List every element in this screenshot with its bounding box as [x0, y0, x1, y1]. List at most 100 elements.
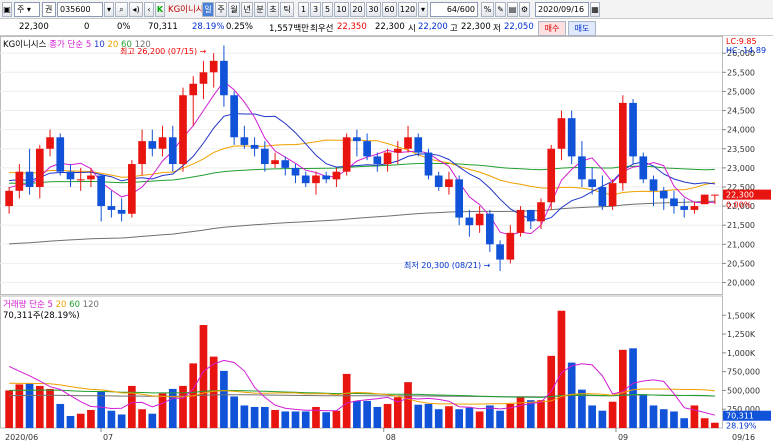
- candle-body: [342, 137, 351, 172]
- calendar-icon[interactable]: ▦: [590, 2, 600, 17]
- candle-body: [230, 95, 238, 138]
- interval-1[interactable]: 1: [298, 2, 309, 17]
- price-y-label: 21,000: [727, 240, 755, 249]
- period-year[interactable]: 년: [241, 2, 253, 17]
- chart-area[interactable]: 26,000 25,500 25,000 24,500 24,000 23,500 23,0…: [0, 36, 773, 443]
- candle-body: [690, 206, 699, 210]
- percent-icon[interactable]: %: [481, 2, 494, 17]
- save-icon[interactable]: ▤: [507, 2, 518, 17]
- buy-button[interactable]: 매수: [538, 21, 566, 36]
- volume-bar: [46, 388, 54, 428]
- volume-bar: [700, 418, 709, 428]
- market-select[interactable]: 주 ▾: [14, 2, 40, 17]
- price-y-label: 20,500: [727, 259, 755, 268]
- low-marker-label: 최저 20,300 (08/21) →: [404, 260, 491, 270]
- candle-body: [281, 160, 290, 168]
- candle-body: [291, 167, 300, 176]
- chart-canvas[interactable]: 26,00025,50025,00024,50024,00023,50023,0…: [0, 36, 773, 443]
- candle-body: [557, 118, 566, 149]
- volume-bar: [424, 403, 433, 428]
- candle-body: [547, 148, 556, 203]
- volume-bars: [5, 310, 719, 428]
- candle-body: [373, 156, 382, 165]
- period-second[interactable]: 초: [267, 2, 279, 17]
- volume-bar: [220, 370, 228, 428]
- settings-icon[interactable]: ⚙: [519, 2, 530, 17]
- candle-body: [158, 137, 167, 149]
- candle-body: [578, 156, 586, 180]
- volume-bar: [209, 356, 218, 428]
- volume-bar: [588, 405, 596, 428]
- x-axis-label: 09: [618, 433, 628, 442]
- tools-icon[interactable]: ✎: [495, 2, 506, 17]
- period-month[interactable]: 월: [228, 2, 240, 17]
- candle-body: [199, 72, 208, 84]
- candle-body: [526, 209, 535, 222]
- lc-label: LC:9.85: [726, 37, 757, 46]
- ma60-label: 60: [121, 40, 132, 50]
- high-value: 22,300: [461, 22, 491, 32]
- volume-bar: [291, 411, 300, 428]
- volume-y-label: 1,500K: [727, 311, 756, 320]
- interval-30[interactable]: 30: [366, 2, 381, 17]
- volume-y-label: 1,250K: [727, 330, 756, 339]
- candle-body: [322, 175, 331, 180]
- volume-bar: [486, 405, 494, 428]
- ma60-line: [9, 162, 715, 184]
- candle-body: [250, 144, 259, 149]
- candle-body: [168, 137, 177, 165]
- candle-body: [700, 194, 709, 205]
- date-input[interactable]: 2020/09/16: [535, 2, 589, 17]
- best-bid-value: 22,350: [337, 22, 367, 32]
- volume-bar: [639, 394, 648, 428]
- volume-bar: [332, 410, 341, 428]
- price-y-label: 23,500: [727, 145, 755, 154]
- volume-bar: [608, 401, 617, 428]
- candle-body: [76, 179, 85, 181]
- interval-dropdown-icon[interactable]: ▾: [418, 2, 428, 17]
- volume-y-label: 750,000: [727, 368, 760, 377]
- interval-120[interactable]: 120: [398, 2, 417, 17]
- period-minute[interactable]: 분: [254, 2, 266, 17]
- volume-bar: [158, 393, 167, 428]
- volume-bar: [414, 404, 423, 428]
- volume-bar: [281, 411, 290, 428]
- candle-body: [608, 183, 617, 207]
- interval-5[interactable]: 5: [322, 2, 333, 17]
- interval-60[interactable]: 60: [382, 2, 397, 17]
- type-select[interactable]: 권: [42, 2, 56, 17]
- volume-bar: [383, 403, 392, 428]
- candle-body: [486, 213, 494, 245]
- volume-bar: [404, 382, 412, 428]
- window-icon[interactable]: ▣: [2, 2, 12, 17]
- period-day[interactable]: 일: [202, 2, 214, 17]
- price-value: 22,300: [19, 22, 49, 32]
- search-icon[interactable]: ⌕: [115, 2, 128, 17]
- hc-label: HC:-14.89: [726, 46, 767, 55]
- interval-20[interactable]: 20: [350, 2, 365, 17]
- ma10-label: 10: [93, 40, 105, 50]
- candle-body: [567, 118, 576, 157]
- stock-code-input[interactable]: 035600: [57, 2, 103, 17]
- high-label: 고: [450, 24, 458, 34]
- ask-label: 시: [408, 24, 416, 34]
- period-week[interactable]: 주: [215, 2, 227, 17]
- sound-icon[interactable]: ◂): [129, 2, 143, 17]
- dropdown-icon[interactable]: ▾: [104, 2, 114, 17]
- count-input[interactable]: 64/600: [430, 2, 478, 17]
- period-tick[interactable]: 틱: [280, 2, 294, 17]
- volume-bar: [445, 406, 453, 428]
- volume-bar: [557, 310, 566, 428]
- low-label: 저: [493, 24, 501, 34]
- prev-icon[interactable]: ‹: [144, 2, 154, 17]
- ma-label: 종가 단순: [49, 40, 84, 50]
- low-value: 22,050: [504, 22, 534, 32]
- x-axis-label: 08: [386, 433, 396, 442]
- volume-bar: [138, 409, 146, 428]
- interval-10[interactable]: 10: [334, 2, 349, 17]
- sell-button[interactable]: 매도: [568, 21, 596, 36]
- volume-ratio: 28.19%: [192, 22, 225, 32]
- gridlines: [0, 36, 773, 443]
- candle-body: [15, 171, 24, 191]
- interval-3[interactable]: 3: [310, 2, 321, 17]
